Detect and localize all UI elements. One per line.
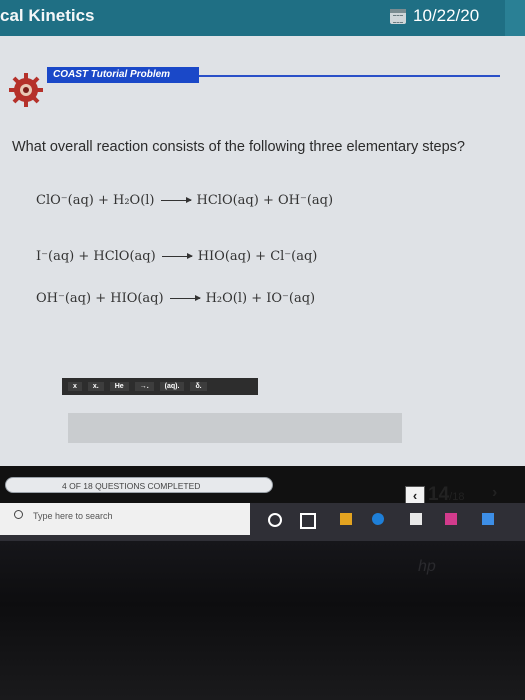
elementary-step-1: ClO⁻(aq) + H₂O(l) HClO(aq) + OH⁻(aq) <box>36 193 333 208</box>
reaction-arrow-icon <box>160 197 192 203</box>
arrow-button[interactable]: →. <box>134 382 154 391</box>
elementary-step-3: OH⁻(aq) + HIO(aq) H₂O(l) + IO⁻(aq) <box>36 291 315 306</box>
step-2-reactants: I⁻(aq) + HClO(aq) <box>36 249 156 264</box>
app-title: cal Kinetics <box>0 6 95 25</box>
state-button[interactable]: (aq). <box>159 382 185 391</box>
store-icon[interactable] <box>410 513 422 525</box>
calendar-icon <box>390 9 406 24</box>
step-3-products: H₂O(l) + IO⁻(aq) <box>205 291 316 306</box>
answer-input[interactable] <box>68 413 402 443</box>
search-icon <box>14 510 23 519</box>
task-view-icon[interactable] <box>300 513 316 529</box>
step-3-reactants: OH⁻(aq) + HIO(aq) <box>36 291 164 306</box>
date-display: 10/22/20 <box>413 6 480 25</box>
progress-indicator: 4 OF 18 QUESTIONS COMPLETED <box>5 477 273 493</box>
question-text: What overall reaction consists of the fo… <box>12 139 465 155</box>
current-question: 14 <box>428 484 450 505</box>
step-1-reactants: ClO⁻(aq) + H₂O(l) <box>36 193 155 208</box>
reaction-arrow-icon <box>169 295 201 301</box>
edge-browser-icon[interactable] <box>372 513 384 525</box>
cortana-icon[interactable] <box>268 513 282 527</box>
reaction-arrow-icon <box>161 253 193 259</box>
banner-divider <box>199 75 500 77</box>
next-question-button[interactable]: › <box>492 484 497 502</box>
equation-toolbar: x x. He →. (aq). δ. <box>62 378 258 395</box>
laptop-bezel <box>0 541 525 700</box>
tutorial-banner: COAST Tutorial Problem <box>47 67 199 83</box>
file-explorer-icon[interactable] <box>340 513 352 525</box>
element-button[interactable]: He <box>109 382 129 391</box>
elementary-step-2: I⁻(aq) + HClO(aq) HIO(aq) + Cl⁻(aq) <box>36 249 317 264</box>
step-1-products: HClO(aq) + OH⁻(aq) <box>196 193 334 208</box>
dropbox-icon[interactable] <box>482 513 494 525</box>
search-input[interactable]: Type here to search <box>33 511 113 521</box>
subscript-button[interactable]: x <box>68 382 82 391</box>
step-2-products: HIO(aq) + Cl⁻(aq) <box>197 249 318 264</box>
title-bar-edge <box>505 0 525 36</box>
delta-button[interactable]: δ. <box>190 382 207 391</box>
total-questions: /18 <box>449 491 465 503</box>
app-icon[interactable] <box>445 513 457 525</box>
gear-icon <box>9 73 43 107</box>
hp-logo-icon: hp <box>418 558 436 575</box>
superscript-button[interactable]: x. <box>87 382 104 391</box>
